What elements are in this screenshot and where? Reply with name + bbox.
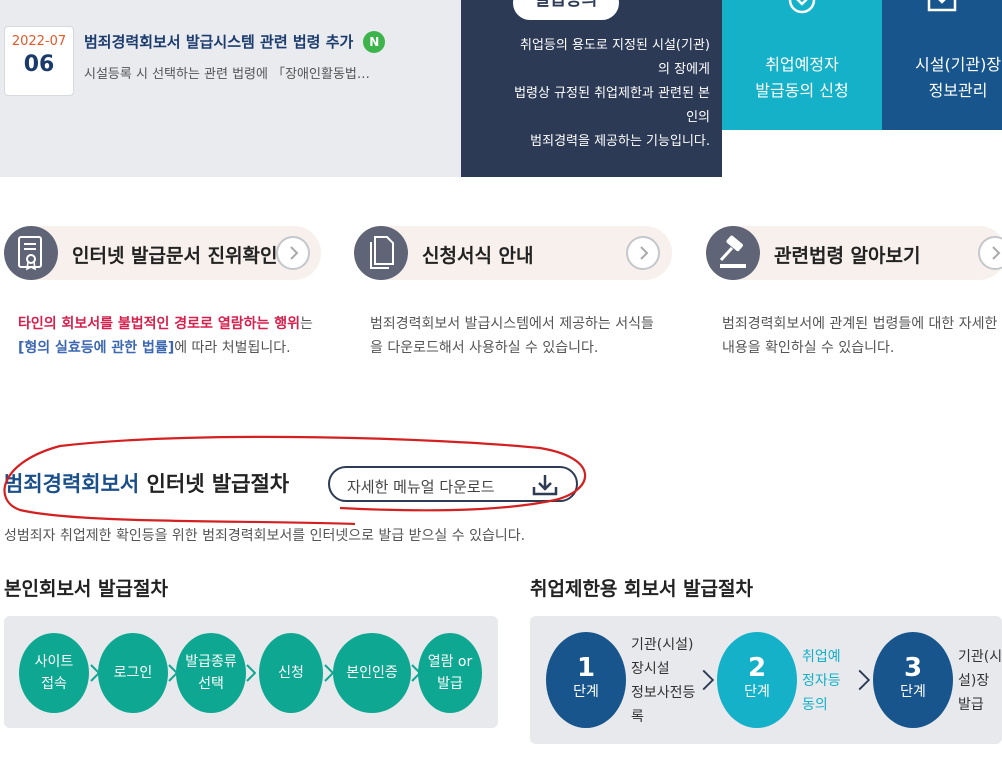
personal-step: 사이트 접속 (19, 633, 89, 713)
service-forms-desc: 범죄경력회보서 발급시스템에서 제공하는 서식들을 다운로드해서 사용하실 수 … (370, 316, 654, 356)
step-number: 2 (747, 653, 767, 683)
certificate-icon (4, 226, 58, 280)
check-down-icon (788, 0, 816, 14)
warning-text: 타인의 회보서를 불법적인 경로로 열람하는 행위 (18, 316, 300, 332)
employment-steps: 1 단계 기관(시설) 장시설 정보사전등 록 2 단계 취업예 정자등 동의 3 단계 … (530, 616, 1002, 744)
notice-item[interactable]: 2022-07 06 범죄경력회보서 발급시스템 관련 법령 추가 N 시설등록 … (4, 18, 459, 96)
service-title: 관련법령 알아보기 (774, 245, 921, 267)
top-card-label: 시설(기관)장 정보관리 (915, 55, 1002, 100)
top-card-label: 취업예정자 발급동의 신청 (755, 55, 849, 100)
service-title: 신청서식 안내 (422, 245, 534, 267)
employment-procedure-title: 취업제한용 회보서 발급절차 (530, 578, 753, 600)
top-card-facility-info[interactable]: 시설(기관)장 정보관리 (882, 0, 1002, 130)
chevron-right-icon (246, 664, 256, 682)
procedure-subtitle: 성범죄자 취업제한 확인등을 위한 범죄경력회보서를 인터넷으로 발급 받으실 … (4, 528, 526, 544)
employment-step-desc: 기관(시설) 장시설 정보사전등 록 (631, 637, 696, 725)
service-forms[interactable]: 신청서식 안내 (354, 226, 672, 280)
step-word: 단계 (900, 684, 926, 700)
employment-step-1: 1 단계 (546, 632, 626, 728)
consent-panel: 발급동의 취업등의 용도로 지정된 시설(기관) 의 장에게 법령상 규정된 취업제… (461, 0, 722, 177)
personal-procedure-title: 본인회보서 발급절차 (4, 578, 168, 600)
personal-step: 본인인증 (333, 633, 411, 713)
law-link[interactable]: [형의 실효등에 관한 법률] (18, 340, 174, 356)
new-badge: N (363, 31, 386, 53)
notice-year-month: 2022-07 (11, 34, 67, 49)
chevron-right-icon (858, 669, 870, 691)
step-number: 1 (576, 653, 596, 683)
chevron-right-icon[interactable] (978, 236, 1002, 270)
employment-step-2: 2 단계 (717, 632, 797, 728)
annotation-red-circle (3, 435, 587, 526)
notice-date: 2022-07 06 (4, 26, 74, 96)
notice-panel: 2022-07 06 범죄경력회보서 발급시스템 관련 법령 추가 N 시설등록 … (0, 0, 461, 177)
top-card-consent-request[interactable]: 취업예정자 발급동의 신청 (722, 0, 882, 130)
personal-step: 로그인 (98, 633, 168, 713)
service-title: 인터넷 발급문서 진위확인 (72, 245, 278, 267)
check-down-icon (927, 0, 957, 12)
service-laws-desc: 범죄경력회보서에 관계된 법령들에 대한 자세한 내용을 확인하실 수 있습니다… (722, 316, 998, 356)
notice-title-text: 범죄경력회보서 발급시스템 관련 법령 추가 (84, 33, 354, 51)
consent-pill: 발급동의 (513, 0, 619, 20)
gavel-icon (706, 226, 760, 280)
employment-step-desc: 취업예 정자등 동의 (802, 649, 841, 713)
personal-step: 신청 (259, 633, 323, 713)
service-laws[interactable]: 관련법령 알아보기 (706, 226, 1002, 280)
chevron-right-icon[interactable] (276, 236, 310, 270)
document-icon (354, 226, 408, 280)
chevron-right-icon[interactable] (626, 236, 660, 270)
employment-step-desc: 기관(시 설)장 발급 (958, 649, 1002, 713)
step-number: 3 (903, 653, 923, 683)
notice-desc: 시설등록 시 선택하는 관련 법령에 「장애인활동법… (84, 67, 370, 82)
chevron-right-icon (702, 669, 714, 691)
personal-step: 발급종류 선택 (176, 633, 246, 713)
employment-step-3: 3 단계 (873, 632, 953, 728)
notice-day: 06 (23, 52, 55, 77)
consent-text: 취업등의 용도로 지정된 시설(기관) 의 장에게 법령상 규정된 취업제한과 관련… (514, 38, 710, 149)
notice-title[interactable]: 범죄경력회보서 발급시스템 관련 법령 추가 N (84, 31, 386, 53)
desc-tail: 에 따라 처벌됩니다. (174, 340, 291, 356)
desc-connector: 는 (299, 316, 313, 332)
personal-step: 열람 or 발급 (418, 633, 482, 713)
service-authenticity[interactable]: 인터넷 발급문서 진위확인 (4, 226, 321, 280)
service-authenticity-desc: 타인의 회보서를 불법적인 경로로 열람하는 행위는 [형의 실효등에 관한 법… (18, 312, 316, 360)
step-word: 단계 (573, 684, 599, 700)
page: 2022-07 06 범죄경력회보서 발급시스템 관련 법령 추가 N 시설등록 … (0, 0, 1002, 759)
personal-steps: 사이트 접속 로그인 발급종류 선택 신청 본인인증 열람 or 발급 (4, 616, 498, 728)
step-word: 단계 (744, 684, 770, 700)
